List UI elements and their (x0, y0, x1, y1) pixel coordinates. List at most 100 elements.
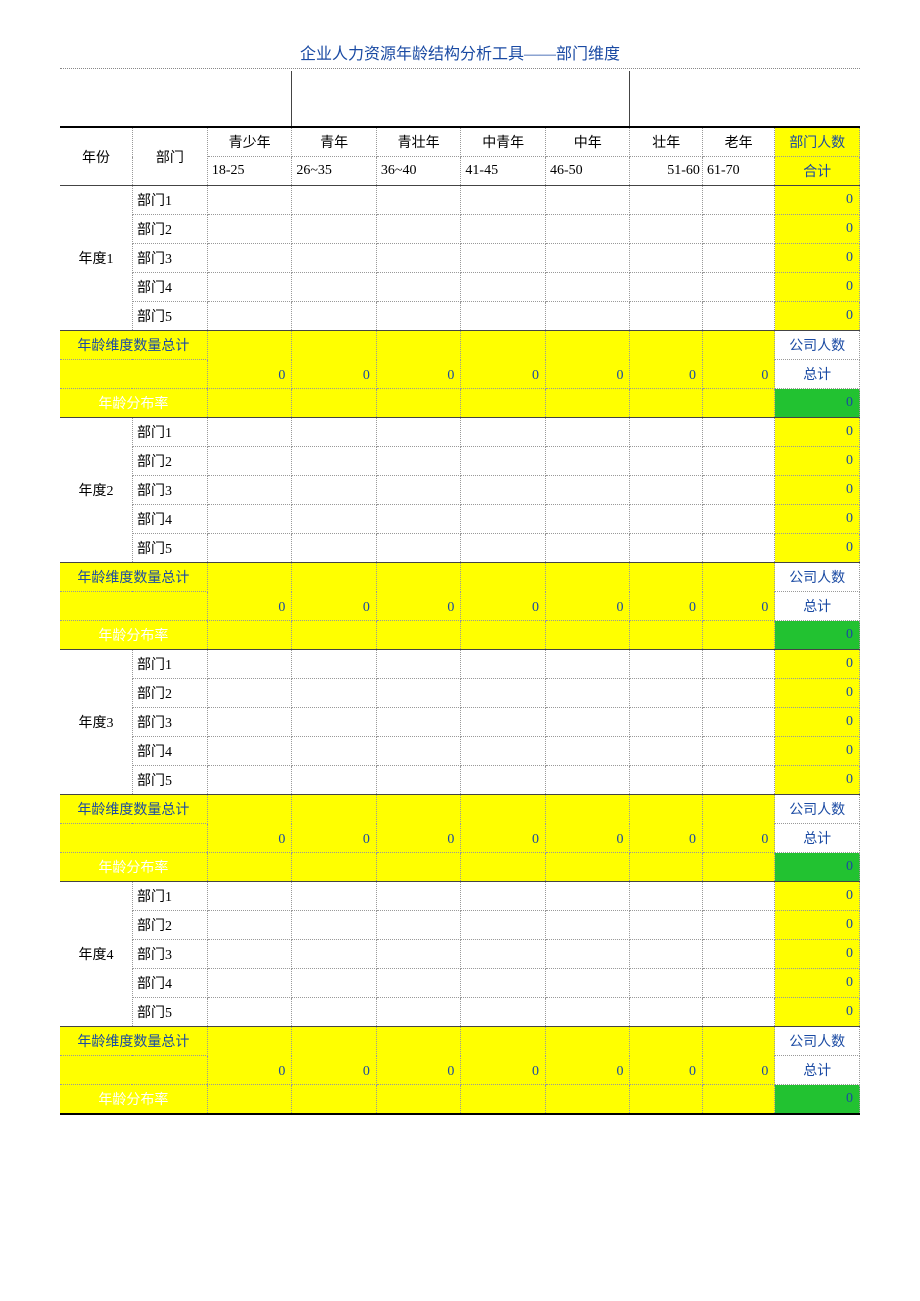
value-cell[interactable] (292, 505, 377, 534)
value-cell[interactable] (461, 998, 546, 1027)
value-cell[interactable] (207, 766, 292, 795)
value-cell[interactable] (376, 418, 461, 447)
value-cell[interactable] (376, 998, 461, 1027)
value-cell[interactable] (630, 534, 702, 563)
value-cell[interactable] (461, 476, 546, 505)
value-cell[interactable] (461, 969, 546, 998)
value-cell[interactable] (207, 505, 292, 534)
value-cell[interactable] (630, 302, 702, 331)
value-cell[interactable] (630, 882, 702, 911)
value-cell[interactable] (702, 940, 774, 969)
value-cell[interactable] (545, 737, 630, 766)
value-cell[interactable] (292, 186, 377, 215)
value-cell[interactable] (545, 882, 630, 911)
value-cell[interactable] (376, 186, 461, 215)
value-cell[interactable] (630, 911, 702, 940)
value-cell[interactable] (461, 940, 546, 969)
value-cell[interactable] (292, 534, 377, 563)
value-cell[interactable] (702, 302, 774, 331)
value-cell[interactable] (545, 505, 630, 534)
value-cell[interactable] (702, 505, 774, 534)
value-cell[interactable] (292, 244, 377, 273)
value-cell[interactable] (702, 766, 774, 795)
value-cell[interactable] (702, 186, 774, 215)
value-cell[interactable] (207, 476, 292, 505)
value-cell[interactable] (461, 650, 546, 679)
value-cell[interactable] (630, 679, 702, 708)
value-cell[interactable] (207, 911, 292, 940)
value-cell[interactable] (461, 737, 546, 766)
value-cell[interactable] (207, 679, 292, 708)
value-cell[interactable] (461, 418, 546, 447)
value-cell[interactable] (461, 708, 546, 737)
value-cell[interactable] (461, 534, 546, 563)
value-cell[interactable] (292, 766, 377, 795)
value-cell[interactable] (630, 273, 702, 302)
value-cell[interactable] (207, 418, 292, 447)
value-cell[interactable] (545, 940, 630, 969)
value-cell[interactable] (545, 998, 630, 1027)
value-cell[interactable] (630, 215, 702, 244)
value-cell[interactable] (630, 737, 702, 766)
value-cell[interactable] (702, 882, 774, 911)
value-cell[interactable] (376, 679, 461, 708)
value-cell[interactable] (461, 911, 546, 940)
value-cell[interactable] (376, 505, 461, 534)
value-cell[interactable] (207, 737, 292, 766)
value-cell[interactable] (545, 650, 630, 679)
value-cell[interactable] (461, 447, 546, 476)
value-cell[interactable] (292, 708, 377, 737)
value-cell[interactable] (461, 186, 546, 215)
value-cell[interactable] (376, 708, 461, 737)
value-cell[interactable] (292, 418, 377, 447)
value-cell[interactable] (702, 911, 774, 940)
value-cell[interactable] (461, 505, 546, 534)
value-cell[interactable] (292, 882, 377, 911)
value-cell[interactable] (292, 998, 377, 1027)
value-cell[interactable] (461, 215, 546, 244)
value-cell[interactable] (630, 244, 702, 273)
value-cell[interactable] (702, 534, 774, 563)
value-cell[interactable] (376, 244, 461, 273)
value-cell[interactable] (207, 447, 292, 476)
value-cell[interactable] (545, 476, 630, 505)
value-cell[interactable] (702, 244, 774, 273)
value-cell[interactable] (376, 215, 461, 244)
value-cell[interactable] (630, 418, 702, 447)
value-cell[interactable] (461, 679, 546, 708)
value-cell[interactable] (292, 447, 377, 476)
value-cell[interactable] (545, 244, 630, 273)
value-cell[interactable] (630, 447, 702, 476)
value-cell[interactable] (207, 186, 292, 215)
value-cell[interactable] (702, 215, 774, 244)
value-cell[interactable] (376, 766, 461, 795)
value-cell[interactable] (461, 882, 546, 911)
value-cell[interactable] (292, 215, 377, 244)
value-cell[interactable] (207, 708, 292, 737)
value-cell[interactable] (207, 534, 292, 563)
value-cell[interactable] (207, 215, 292, 244)
value-cell[interactable] (292, 911, 377, 940)
value-cell[interactable] (207, 650, 292, 679)
value-cell[interactable] (545, 534, 630, 563)
value-cell[interactable] (545, 766, 630, 795)
value-cell[interactable] (376, 534, 461, 563)
value-cell[interactable] (292, 737, 377, 766)
value-cell[interactable] (292, 476, 377, 505)
value-cell[interactable] (207, 244, 292, 273)
value-cell[interactable] (630, 708, 702, 737)
value-cell[interactable] (630, 998, 702, 1027)
value-cell[interactable] (545, 911, 630, 940)
value-cell[interactable] (545, 273, 630, 302)
value-cell[interactable] (207, 273, 292, 302)
value-cell[interactable] (702, 969, 774, 998)
value-cell[interactable] (292, 940, 377, 969)
value-cell[interactable] (702, 476, 774, 505)
value-cell[interactable] (376, 447, 461, 476)
value-cell[interactable] (545, 447, 630, 476)
value-cell[interactable] (376, 737, 461, 766)
value-cell[interactable] (545, 186, 630, 215)
value-cell[interactable] (630, 650, 702, 679)
value-cell[interactable] (702, 679, 774, 708)
value-cell[interactable] (292, 650, 377, 679)
